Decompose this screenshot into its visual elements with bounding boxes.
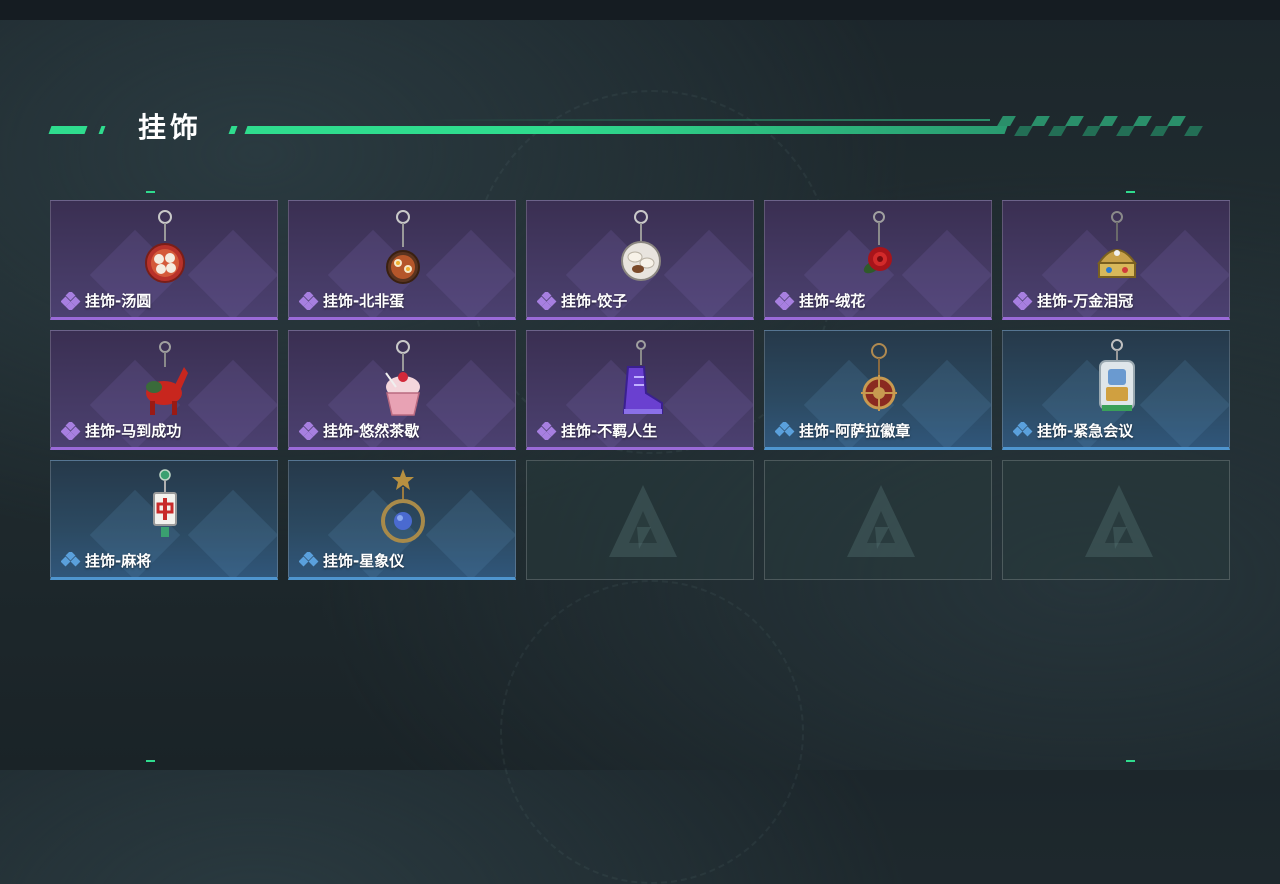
card-label: 挂饰-星象仪 xyxy=(299,550,404,571)
card-label: 挂饰-紧急会议 xyxy=(1013,420,1133,441)
card-label: 挂饰-北非蛋 xyxy=(299,290,404,311)
card-label: 挂饰-饺子 xyxy=(537,290,627,311)
shakshuka-charm-icon xyxy=(386,210,420,284)
purple-rarity-icon xyxy=(61,421,81,440)
charm-grid: 挂饰-汤圆 挂饰-北非蛋 挂饰-饺子 挂饰-绒花 挂饰-万金泪冠 挂饰-马到成功… xyxy=(50,200,1230,580)
charm-name: 挂饰-麻将 xyxy=(85,552,152,570)
purple-rarity-icon xyxy=(537,291,557,310)
blue-rarity-icon xyxy=(1013,421,1033,436)
charm-name: 挂饰-饺子 xyxy=(561,292,628,310)
corner-tick xyxy=(146,191,155,193)
corner-tick xyxy=(1126,760,1135,762)
empty-slot xyxy=(1002,460,1230,580)
card-label: 挂饰-悠然茶歇 xyxy=(299,420,419,441)
purple-rarity-icon xyxy=(299,291,319,310)
card-label: 挂饰-万金泪冠 xyxy=(1013,290,1133,311)
card-bg-diamond xyxy=(901,359,991,447)
card-bg-diamond xyxy=(187,359,277,447)
card-label: 挂饰-阿萨拉徽章 xyxy=(775,420,910,441)
card-bg-diamond xyxy=(187,489,277,577)
purple-rarity-icon xyxy=(61,291,81,310)
charm-name: 挂饰-阿萨拉徽章 xyxy=(799,422,911,440)
card-label: 挂饰-麻将 xyxy=(61,550,151,571)
card-bg-diamond xyxy=(425,489,515,577)
top-strip xyxy=(0,0,1280,20)
card-bg-diamond xyxy=(425,229,515,317)
charm-name: 挂饰-不羁人生 xyxy=(561,422,658,440)
charm-card[interactable]: 挂饰-麻将 xyxy=(50,460,278,580)
blue-rarity-icon xyxy=(299,551,319,566)
charm-card[interactable]: 挂饰-不羁人生 xyxy=(526,330,754,450)
card-label: 挂饰-马到成功 xyxy=(61,420,181,441)
header-accent-line xyxy=(430,119,990,121)
charm-name: 挂饰-紧急会议 xyxy=(1037,422,1134,440)
charm-card[interactable]: 挂饰-马到成功 xyxy=(50,330,278,450)
header-accent-dash xyxy=(98,126,106,134)
header-accent-dash xyxy=(228,126,238,134)
header-accent-bar xyxy=(244,126,1008,134)
game-logo-icon xyxy=(847,485,915,557)
acrylic-stand-charm-icon xyxy=(1099,339,1135,411)
game-logo-icon xyxy=(609,485,677,557)
charm-card[interactable]: 挂饰-万金泪冠 xyxy=(1002,200,1230,320)
crown-charm-icon xyxy=(1097,211,1137,278)
purple-rarity-icon xyxy=(537,421,557,440)
cupcake-charm-icon xyxy=(385,340,420,416)
horse-charm-icon xyxy=(146,341,188,415)
charm-name: 挂饰-马到成功 xyxy=(85,422,182,440)
charm-name: 挂饰-绒花 xyxy=(799,292,866,310)
charm-card[interactable]: 挂饰-饺子 xyxy=(526,200,754,320)
card-bg-diamond xyxy=(663,229,753,317)
blue-rarity-icon xyxy=(61,551,81,566)
charm-name: 挂饰-北非蛋 xyxy=(323,292,405,310)
mahjong-tile-charm-icon xyxy=(153,469,177,537)
background-ring xyxy=(500,580,804,884)
card-label: 挂饰-不羁人生 xyxy=(537,420,657,441)
section-header: 挂饰 xyxy=(48,108,1210,148)
charm-name: 挂饰-星象仪 xyxy=(323,552,405,570)
badge-charm-icon xyxy=(861,343,897,411)
card-bg-diamond xyxy=(1139,229,1229,317)
corner-tick xyxy=(146,760,155,762)
card-bg-diamond xyxy=(901,229,991,317)
card-bg-diamond xyxy=(187,229,277,317)
velvet-flower-charm-icon xyxy=(863,211,892,274)
charm-card[interactable]: 挂饰-星象仪 xyxy=(288,460,516,580)
charm-name: 挂饰-汤圆 xyxy=(85,292,152,310)
charm-card[interactable]: 挂饰-阿萨拉徽章 xyxy=(764,330,992,450)
astrolabe-charm-icon xyxy=(381,469,425,543)
charm-name: 挂饰-悠然茶歇 xyxy=(323,422,420,440)
charm-name: 挂饰-万金泪冠 xyxy=(1037,292,1134,310)
section-title: 挂饰 xyxy=(138,111,203,144)
charm-card[interactable]: 挂饰-紧急会议 xyxy=(1002,330,1230,450)
empty-slot xyxy=(526,460,754,580)
purple-rarity-icon xyxy=(1013,291,1033,310)
purple-rarity-icon xyxy=(775,291,795,310)
card-bg-diamond xyxy=(663,359,753,447)
blue-rarity-icon xyxy=(775,421,795,436)
tangyuan-charm-icon xyxy=(145,210,185,283)
card-label: 挂饰-汤圆 xyxy=(61,290,151,311)
game-logo-icon xyxy=(1085,485,1153,557)
charm-card[interactable]: 挂饰-汤圆 xyxy=(50,200,278,320)
charm-card[interactable]: 挂饰-悠然茶歇 xyxy=(288,330,516,450)
header-checker-pattern xyxy=(997,116,1203,136)
card-bg-diamond xyxy=(1139,359,1229,447)
corner-tick xyxy=(1126,191,1135,193)
charm-card[interactable]: 挂饰-北非蛋 xyxy=(288,200,516,320)
empty-slot xyxy=(764,460,992,580)
dumpling-charm-icon xyxy=(621,210,661,281)
card-bg-diamond xyxy=(425,359,515,447)
charm-card[interactable]: 挂饰-绒花 xyxy=(764,200,992,320)
card-label: 挂饰-绒花 xyxy=(775,290,865,311)
purple-rarity-icon xyxy=(299,421,319,440)
header-accent-dash xyxy=(48,126,88,134)
sneaker-charm-icon xyxy=(622,340,663,414)
